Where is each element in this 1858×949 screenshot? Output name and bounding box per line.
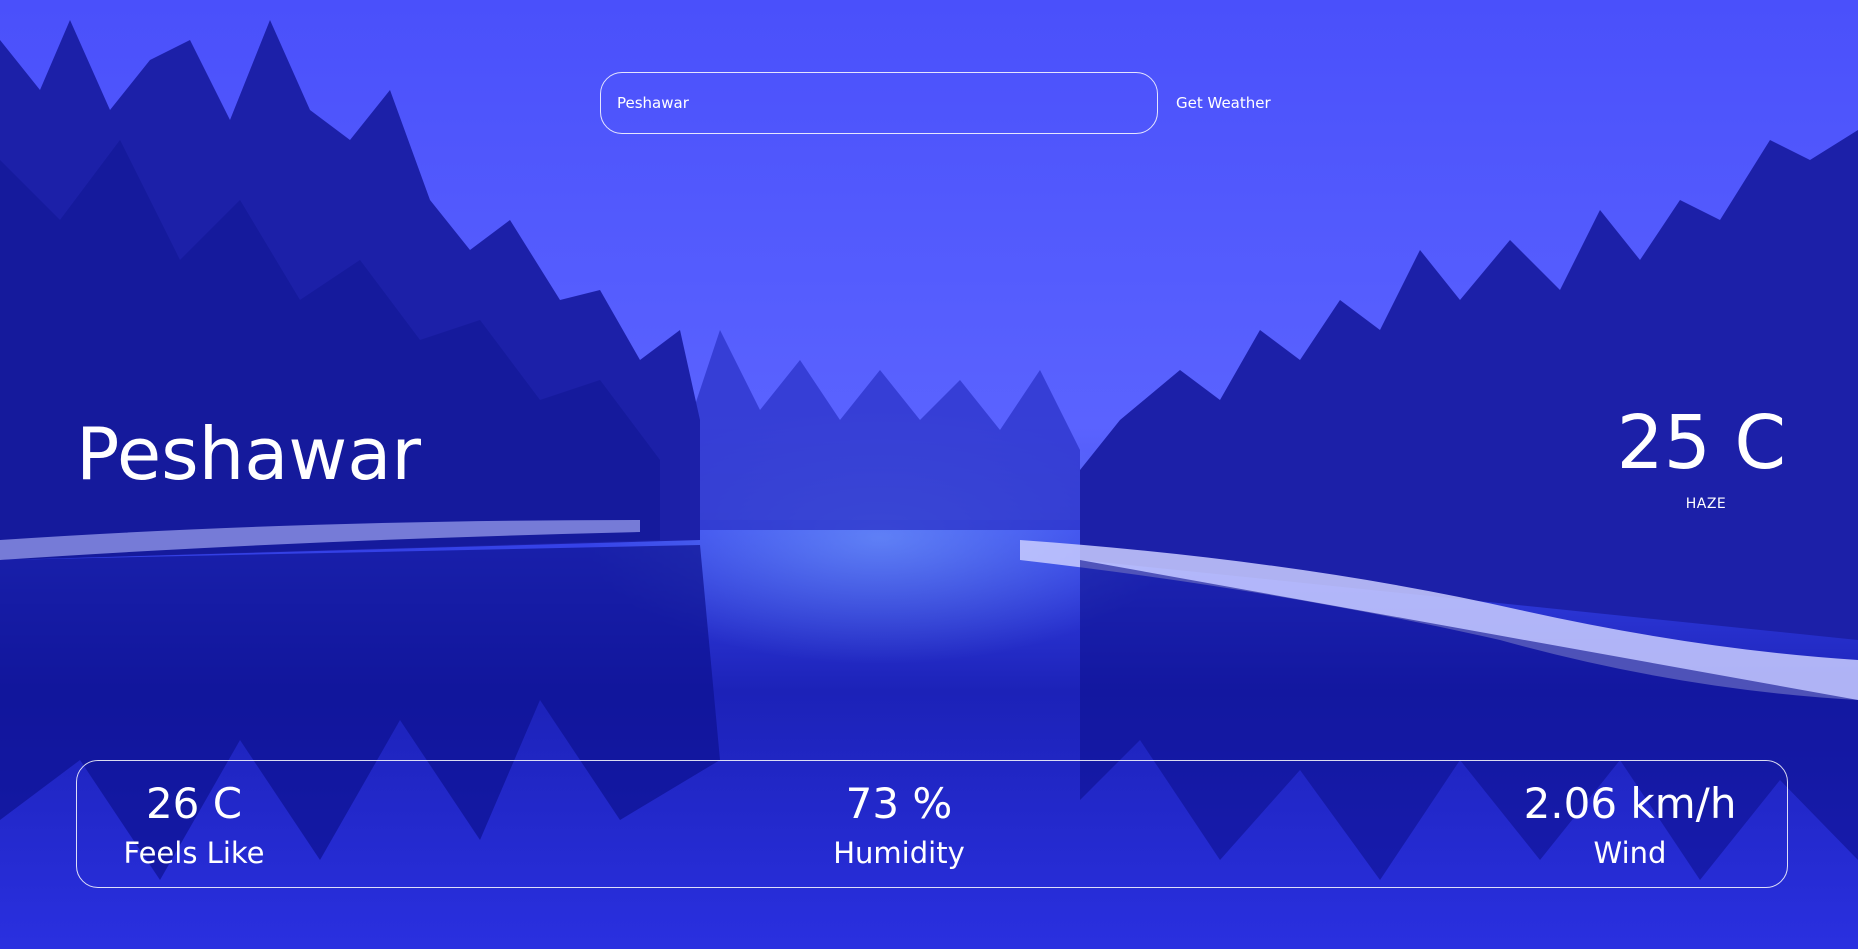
feels-like-stat: 26 C Feels Like — [119, 777, 269, 873]
current-weather: 25 C HAZE — [1566, 400, 1786, 512]
get-weather-button[interactable]: Get Weather — [1176, 94, 1271, 112]
feels-like-value: 26 C — [145, 779, 243, 828]
wind-value: 2.06 km/h — [1523, 779, 1737, 828]
wind-stat: 2.06 km/h Wind — [1517, 777, 1743, 873]
humidity-stat: 73 % Humidity — [819, 777, 979, 873]
weather-condition: HAZE — [1685, 496, 1727, 512]
current-temperature: 25 C — [1616, 400, 1786, 486]
humidity-value: 73 % — [845, 779, 953, 828]
city-name: Peshawar — [76, 412, 422, 496]
city-search-input[interactable] — [600, 72, 1158, 134]
weather-details-panel: 26 C Feels Like 73 % Humidity 2.06 km/h … — [76, 760, 1788, 888]
feels-like-label: Feels Like — [123, 836, 265, 870]
wind-label: Wind — [1593, 836, 1667, 870]
humidity-label: Humidity — [833, 836, 965, 870]
